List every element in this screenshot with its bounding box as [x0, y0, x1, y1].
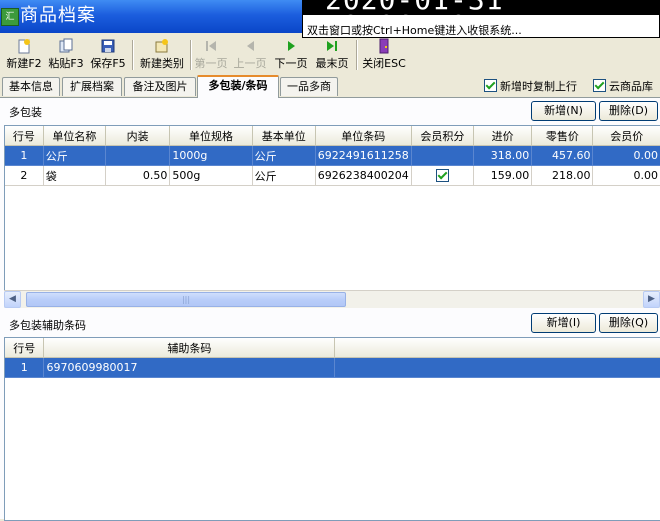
table-row[interactable]: 1 公斤 1000g 公斤 6922491611258 318.00 457.6…	[5, 145, 660, 166]
paste-icon	[59, 38, 73, 53]
app-icon: 汇	[1, 8, 19, 26]
last-page-button[interactable]: 最末页	[312, 38, 352, 72]
base-unit-cell[interactable]: 公斤	[252, 145, 316, 166]
new-category-button[interactable]: 新建类别	[137, 38, 187, 72]
new-button[interactable]: 新建F2	[4, 38, 44, 72]
toolbar-separator	[132, 40, 134, 70]
table-row[interactable]: 1 6970609980017	[5, 357, 660, 378]
next-page-button[interactable]: 下一页	[272, 38, 310, 72]
tab-basic-info[interactable]: 基本信息	[2, 77, 60, 96]
scroll-thumb[interactable]: |||	[26, 292, 346, 307]
row-number: 2	[5, 165, 44, 186]
cloud-library-checkbox[interactable]: 云商品库	[593, 79, 653, 93]
toolbar-separator	[356, 40, 358, 70]
col-header[interactable]: 行号	[5, 338, 45, 358]
col-header[interactable]: 零售价	[531, 126, 594, 146]
last-page-icon	[327, 41, 337, 51]
multi-pack-section-label: 多包装	[9, 106, 42, 119]
retail-price-cell[interactable]: 457.60	[531, 145, 594, 166]
col-header[interactable]: 单位名称	[43, 126, 106, 146]
member-points-cell[interactable]	[411, 145, 474, 166]
row-number: 1	[5, 145, 44, 166]
scroll-right-icon[interactable]: ▶	[643, 291, 660, 308]
member-price-cell[interactable]: 0.00	[592, 165, 660, 186]
aux-barcode-section-label: 多包装辅助条码	[9, 319, 86, 332]
horizontal-scrollbar[interactable]: ◀ ||| ▶	[4, 290, 660, 308]
col-header[interactable]: 会员积分	[411, 126, 474, 146]
unit-spec-cell[interactable]: 1000g	[169, 145, 253, 166]
aux-barcode-table: 行号 辅助条码 1 6970609980017	[5, 338, 660, 378]
barcode-cell[interactable]: 6922491611258	[315, 145, 412, 166]
multi-pack-grid: 行号 单位名称 内装 单位规格 基本单位 单位条码 会员积分 进价 零售价 会员…	[4, 125, 660, 292]
aux-barcode-grid: 行号 辅助条码 1 6970609980017	[4, 337, 660, 521]
multi-pack-panel: 多包装 新增(N) 删除(D) 行号 单位名称 内装 单位规格 基本单位 单位条…	[0, 97, 660, 521]
col-header[interactable]: 会员价	[592, 126, 660, 146]
inner-qty-cell[interactable]: 0.50	[105, 165, 171, 186]
tab-multi-supplier[interactable]: 一品多商	[280, 77, 338, 96]
checkbox-checked-icon	[593, 79, 606, 92]
first-page-icon	[206, 41, 216, 51]
close-button[interactable]: 关闭ESC	[360, 38, 408, 72]
next-page-icon	[288, 41, 295, 51]
window-title: 商品档案	[20, 5, 96, 26]
tab-multi-pack[interactable]: 多包装/条码	[197, 75, 279, 98]
row-number: 1	[5, 357, 45, 378]
member-points-cell[interactable]	[411, 165, 474, 186]
multi-pack-add-button[interactable]: 新增(N)	[531, 101, 596, 121]
member-price-cell[interactable]: 0.00	[592, 145, 660, 166]
checkbox-checked-icon[interactable]	[435, 168, 449, 182]
tab-notes-images[interactable]: 备注及图片	[124, 77, 196, 96]
cost-price-cell[interactable]: 159.00	[473, 165, 533, 186]
multi-pack-table: 行号 单位名称 内装 单位规格 基本单位 单位条码 会员积分 进价 零售价 会员…	[5, 126, 660, 186]
toolbar-separator	[190, 40, 192, 70]
paste-button[interactable]: 粘贴F3	[46, 38, 86, 72]
copy-on-add-checkbox[interactable]: 新增时复制上行	[484, 79, 577, 93]
cashier-hint-text: 双击窗口或按Ctrl+Home键进入收银系统...	[307, 24, 522, 37]
retail-price-cell[interactable]: 218.00	[531, 165, 594, 186]
cost-price-cell[interactable]: 318.00	[473, 145, 533, 166]
row-filler	[334, 357, 660, 378]
col-header[interactable]: 内装	[105, 126, 171, 146]
col-header-empty	[334, 338, 660, 358]
col-header[interactable]: 进价	[473, 126, 533, 146]
prev-page-button[interactable]: 上一页	[232, 38, 268, 72]
col-header[interactable]: 单位规格	[169, 126, 253, 146]
aux-barcode-cell[interactable]: 6970609980017	[43, 357, 336, 378]
scroll-left-icon[interactable]: ◀	[4, 291, 21, 308]
first-page-button[interactable]: 第一页	[193, 38, 229, 72]
cashier-hint-panel[interactable]: 2020-01-31 13:26:58 双击窗口或按Ctrl+Home键进入收银…	[302, 0, 660, 38]
col-header[interactable]: 辅助条码	[43, 338, 336, 358]
clock-display: 2020-01-31 13:26:58	[303, 0, 660, 15]
tab-extended[interactable]: 扩展档案	[62, 77, 122, 96]
aux-barcode-delete-button[interactable]: 删除(Q)	[599, 313, 658, 333]
save-button[interactable]: 保存F5	[88, 38, 128, 72]
unit-name-cell[interactable]: 公斤	[43, 145, 106, 166]
col-header[interactable]: 单位条码	[315, 126, 412, 146]
toolbar: 新建F2 粘贴F3 保存F5 新建类别 第一页 上一页 下一页 最末页 关闭ES…	[0, 38, 660, 72]
prev-page-icon	[247, 41, 254, 51]
multi-pack-delete-button[interactable]: 删除(D)	[599, 101, 658, 121]
inner-qty-cell[interactable]	[105, 145, 171, 166]
aux-barcode-add-button[interactable]: 新增(I)	[531, 313, 596, 333]
table-row[interactable]: 2 袋 0.50 500g 公斤 6926238400204 159.00 21…	[5, 165, 660, 186]
checkbox-checked-icon	[484, 79, 497, 92]
new-doc-icon	[18, 39, 30, 54]
col-header[interactable]: 基本单位	[252, 126, 316, 146]
unit-name-cell[interactable]: 袋	[43, 165, 106, 186]
unit-spec-cell[interactable]: 500g	[169, 165, 253, 186]
barcode-cell[interactable]: 6926238400204	[315, 165, 412, 186]
base-unit-cell[interactable]: 公斤	[252, 165, 316, 186]
new-category-icon	[155, 39, 168, 53]
col-header[interactable]: 行号	[5, 126, 44, 146]
save-icon	[101, 39, 115, 53]
close-door-icon	[379, 38, 389, 54]
